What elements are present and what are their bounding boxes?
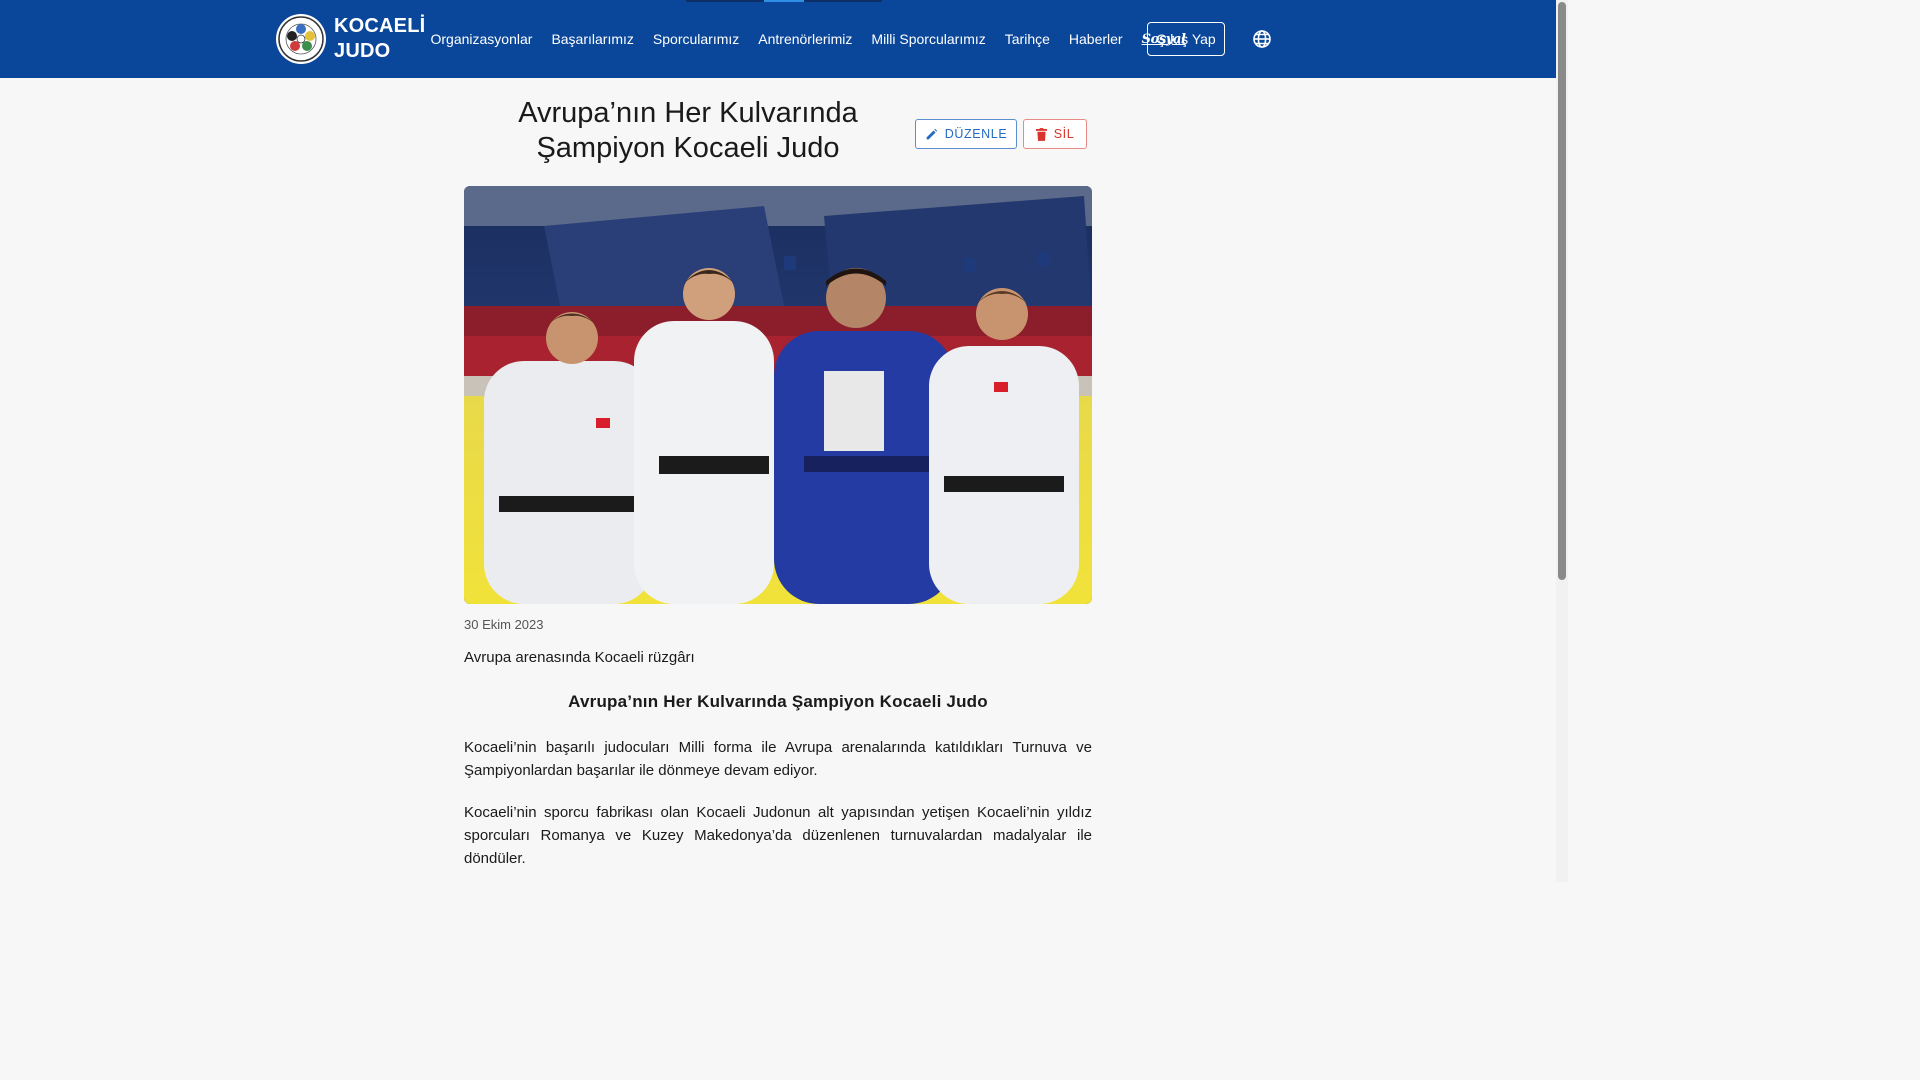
nav-link-milli-sporcularimiz[interactable]: Milli Sporcularımız	[862, 31, 995, 47]
edit-button-label: DÜZENLE	[944, 127, 1008, 141]
nav-link-organizasyonlar[interactable]: Organizasyonlar	[421, 31, 542, 47]
nav-link-tarihce[interactable]: Tarihçe	[995, 31, 1059, 47]
article-paragraph: Kocaeli’nin başarılı judocuları Milli fo…	[464, 739, 1092, 779]
delete-button-label: SİL	[1053, 127, 1075, 141]
nav-link-basarilarimiz[interactable]: Başarılarımız	[542, 31, 643, 47]
brand-line-1: KOCAELİ	[334, 15, 426, 37]
nav-link-haberler[interactable]: Haberler	[1059, 31, 1132, 47]
scrollbar-thumb[interactable]	[1558, 2, 1566, 580]
nav-link-sporcularimiz[interactable]: Sporcularımız	[643, 31, 748, 47]
article-date: 30 Ekim 2023	[464, 617, 544, 632]
nav-link-antrenorlerimiz[interactable]: Antrenörlerimiz	[749, 31, 862, 47]
brand-name: KOCAELİ JUDO	[334, 14, 425, 64]
article-heading: Avrupa’nın Her Kulvarında Şampiyon Kocae…	[568, 692, 988, 711]
article-subtitle: Avrupa arenasında Kocaeli rüzgârı	[464, 649, 695, 666]
logout-button[interactable]: Çıkış Yap	[1147, 22, 1225, 56]
top-navbar: KOCAELİ JUDO Organizasyonlar Başarılarım…	[0, 0, 1556, 78]
article-title: Avrupa’nın Her Kulvarında Şampiyon Kocae…	[518, 97, 858, 164]
judo-federation-emblem-icon	[276, 14, 326, 64]
globe-icon[interactable]	[1252, 29, 1272, 49]
brand-line-2: JUDO	[334, 40, 391, 62]
article-paragraph: Kocaeli’nin sporcu fabrikası olan Kocael…	[464, 804, 1092, 867]
pencil-icon	[926, 128, 937, 139]
edit-button[interactable]: DÜZENLE	[915, 119, 1017, 149]
trash-icon	[1035, 127, 1047, 141]
nav-links: Organizasyonlar Başarılarımız Sporcuları…	[421, 0, 1195, 78]
brand-home-link[interactable]: KOCAELİ JUDO	[276, 12, 425, 66]
delete-button[interactable]: SİL	[1023, 119, 1087, 149]
article-photo	[464, 186, 1092, 604]
